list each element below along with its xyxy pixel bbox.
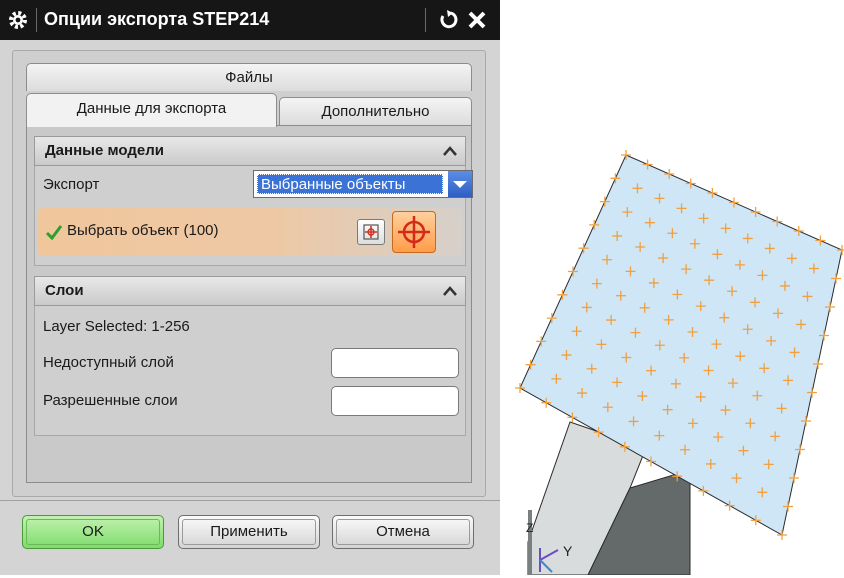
- export-label: Экспорт: [43, 176, 100, 193]
- dialog-body: Файлы Дополнительно Данные для экспорта …: [12, 50, 486, 497]
- unavailable-layer-field[interactable]: [331, 348, 459, 378]
- checkmark-icon: [45, 225, 63, 240]
- apply-button[interactable]: Применить: [178, 515, 320, 549]
- export-options-dialog: Опции экспорта STEP214 Файлы Дополнитель…: [0, 0, 500, 575]
- close-icon[interactable]: [466, 9, 488, 31]
- model-section-body: Экспорт Выбранные объекты Выбрать объект…: [34, 166, 473, 266]
- apply-button-label: Применить: [182, 519, 316, 545]
- class-selection-button[interactable]: [357, 219, 385, 245]
- layers-section-title: Слои: [45, 282, 84, 299]
- title-separator: [425, 8, 426, 32]
- select-object-button[interactable]: [392, 211, 436, 253]
- dialog-titlebar: Опции экспорта STEP214: [0, 0, 500, 40]
- axis-y-label: Y: [563, 543, 573, 559]
- tab-files[interactable]: Файлы: [26, 63, 472, 91]
- model-section-title: Данные модели: [45, 142, 164, 159]
- crosshair-icon: [398, 216, 430, 248]
- filter-icon: [363, 224, 379, 240]
- select-object-label: Выбрать объект (100): [67, 222, 219, 239]
- collapse-icon[interactable]: [439, 280, 461, 302]
- dropdown-arrow[interactable]: [448, 171, 472, 197]
- unavailable-layer-label: Недоступный слой: [43, 354, 174, 371]
- model-scene[interactable]: Y Z: [500, 0, 844, 576]
- footer-separator: [0, 500, 500, 501]
- export-dropdown-value[interactable]: Выбранные объекты: [257, 174, 443, 194]
- axis-z-label: Z: [526, 521, 533, 535]
- dialog-title: Опции экспорта STEP214: [44, 9, 270, 29]
- tab-content: Данные модели Экспорт Выбранные объекты: [26, 125, 473, 483]
- ok-button-label: OK: [26, 519, 160, 545]
- collapse-icon[interactable]: [439, 140, 461, 162]
- ok-button[interactable]: OK: [22, 515, 164, 549]
- cancel-button-label: Отмена: [336, 519, 470, 545]
- select-object-row[interactable]: Выбрать объект (100): [37, 208, 463, 256]
- title-separator: [36, 8, 37, 32]
- gear-icon[interactable]: [6, 8, 30, 32]
- chevron-down-icon: [453, 181, 467, 188]
- allowed-layers-field[interactable]: [331, 386, 459, 416]
- cancel-button[interactable]: Отмена: [332, 515, 474, 549]
- model-section-header[interactable]: Данные модели: [34, 136, 466, 166]
- layer-selected-text: Layer Selected: 1-256: [43, 318, 190, 335]
- layers-section-header[interactable]: Слои: [34, 276, 466, 306]
- tab-extra[interactable]: Дополнительно: [279, 97, 472, 125]
- allowed-layers-label: Разрешенные слои: [43, 392, 178, 409]
- reset-icon[interactable]: [437, 9, 459, 31]
- graphics-viewport[interactable]: Y Z: [500, 0, 844, 576]
- layers-section-body: Layer Selected: 1-256 Недоступный слой Р…: [34, 306, 466, 436]
- tab-export-data[interactable]: Данные для экспорта: [26, 93, 277, 127]
- export-dropdown[interactable]: Выбранные объекты: [253, 170, 473, 198]
